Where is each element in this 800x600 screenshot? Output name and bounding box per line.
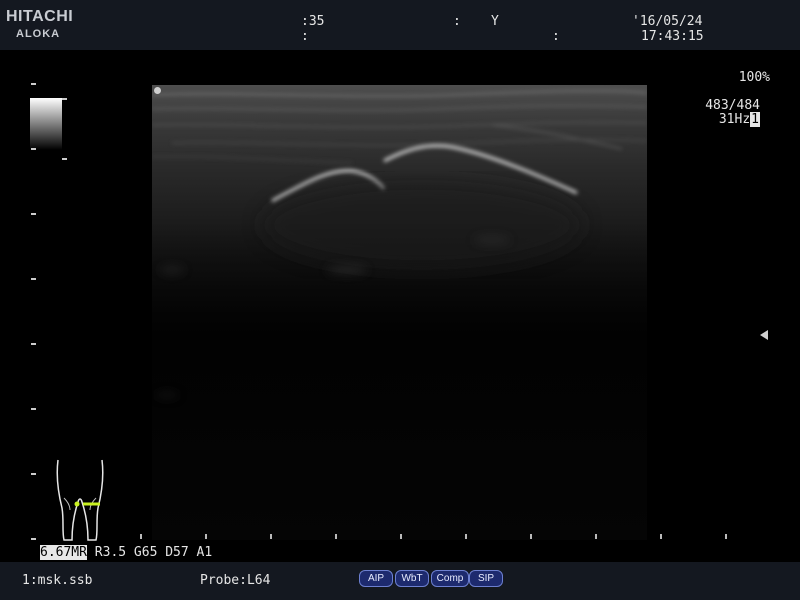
patient-field-5: : <box>552 29 560 44</box>
brand-logo-aloka: ALOKA <box>16 28 61 40</box>
patient-field-1: :35 <box>301 14 325 29</box>
aip-mode-button[interactable]: AIP <box>359 570 393 587</box>
exam-date: '16/05/24 <box>632 14 703 29</box>
width-tick <box>530 534 532 539</box>
parameter-values: R3.5 G65 D57 A1 <box>86 545 213 560</box>
frame-rate-readout: 31Hz1 <box>719 112 760 127</box>
ultrasound-screen: HITACHI ALOKA :35 : : Y : '16/05/24 17:4… <box>0 0 800 600</box>
width-tick <box>140 534 142 539</box>
zoom-readout: 100% <box>738 70 770 85</box>
preset-name: 1:msk.ssb <box>22 573 93 588</box>
imaging-parameters: 6.67MR R3.5 G65 D57 A1 <box>40 545 212 560</box>
patient-field-4: Y <box>491 14 499 29</box>
depth-tick <box>31 473 36 475</box>
wbt-mode-button[interactable]: WbT <box>395 570 429 587</box>
legs-bodymark-icon[interactable] <box>50 458 110 542</box>
depth-tick <box>31 343 36 345</box>
grayscale-bar <box>30 98 62 150</box>
width-tick <box>595 534 597 539</box>
footer-bar: 1:msk.ssb Probe:L64 AIP WbT Comp SIP <box>0 562 800 600</box>
depth-tick <box>31 148 36 150</box>
sip-mode-button[interactable]: SIP <box>469 570 503 587</box>
width-tick <box>205 534 207 539</box>
width-tick <box>270 534 272 539</box>
width-tick <box>660 534 662 539</box>
width-tick <box>725 534 727 539</box>
patient-field-2: : <box>301 29 309 44</box>
depth-tick <box>31 408 36 410</box>
width-tick <box>335 534 337 539</box>
brand-logo-hitachi: HITACHI <box>6 8 74 25</box>
width-tick <box>400 534 402 539</box>
depth-tick <box>31 538 36 540</box>
header-bar: HITACHI ALOKA :35 : : Y : '16/05/24 17:4… <box>0 0 800 50</box>
width-tick <box>465 534 467 539</box>
mechanical-index: 6.67MR <box>40 545 87 560</box>
grayscale-tick <box>62 98 67 100</box>
focus-marker-icon[interactable] <box>760 330 768 340</box>
ultrasound-echo-texture <box>152 89 647 397</box>
depth-tick <box>31 213 36 215</box>
depth-tick <box>31 83 36 85</box>
probe-name: Probe:L64 <box>200 573 271 588</box>
patient-field-3: : <box>453 14 461 29</box>
frame-rate-value: 31Hz <box>718 112 751 127</box>
orientation-dot-icon <box>154 87 161 94</box>
frame-rate-box: 1 <box>750 112 760 127</box>
depth-tick <box>31 278 36 280</box>
ultrasound-image[interactable] <box>152 85 647 540</box>
grayscale-tick <box>62 158 67 160</box>
comp-mode-button[interactable]: Comp <box>431 570 469 587</box>
exam-time: 17:43:15 <box>641 29 704 44</box>
frame-counter: 483/484 <box>705 98 760 113</box>
